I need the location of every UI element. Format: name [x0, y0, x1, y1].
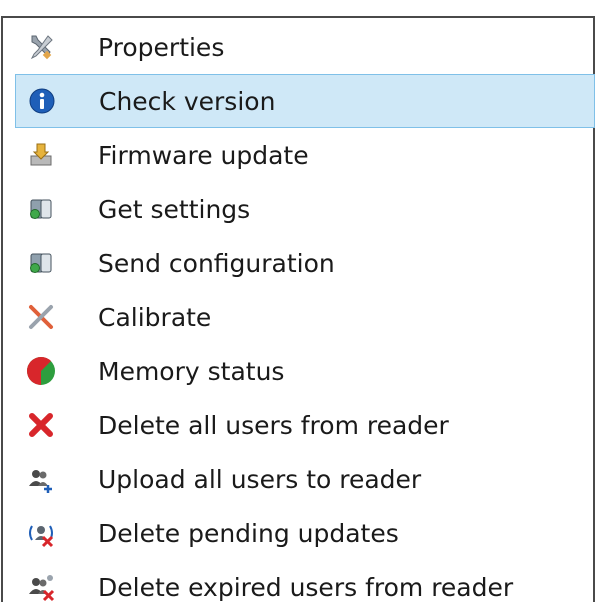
- menu-item-upload-all-users[interactable]: Upload all users to reader: [3, 452, 593, 506]
- info-icon: [26, 85, 58, 117]
- menu-item-label: Get settings: [98, 194, 251, 224]
- context-menu: Properties Check version Firmware update: [1, 16, 595, 602]
- menu-item-label: Properties: [98, 32, 225, 62]
- menu-item-delete-all-users[interactable]: Delete all users from reader: [3, 398, 593, 452]
- firmware-update-icon: [25, 139, 57, 171]
- menu-item-label: Delete all users from reader: [98, 410, 449, 440]
- menu-item-calibrate[interactable]: Calibrate: [3, 290, 593, 344]
- menu-item-label: Delete expired users from reader: [98, 572, 514, 602]
- calibrate-icon: [25, 301, 57, 333]
- wrench-screwdriver-icon: [25, 31, 57, 63]
- menu-item-label: Firmware update: [98, 140, 309, 170]
- get-settings-icon: [25, 193, 57, 225]
- menu-item-label: Delete pending updates: [98, 518, 399, 548]
- delete-x-icon: [25, 409, 57, 441]
- menu-item-properties[interactable]: Properties: [3, 20, 593, 74]
- menu-item-send-configuration[interactable]: Send configuration: [3, 236, 593, 290]
- menu-item-memory-status[interactable]: Memory status: [3, 344, 593, 398]
- menu-item-label: Upload all users to reader: [98, 464, 422, 494]
- menu-item-get-settings[interactable]: Get settings: [3, 182, 593, 236]
- menu-item-label: Calibrate: [98, 302, 212, 332]
- menu-item-label: Send configuration: [98, 248, 335, 278]
- delete-pending-icon: [25, 517, 57, 549]
- memory-status-icon: [25, 355, 57, 387]
- upload-users-icon: [25, 463, 57, 495]
- menu-item-firmware-update[interactable]: Firmware update: [3, 128, 593, 182]
- menu-item-delete-expired-users[interactable]: Delete expired users from reader: [3, 560, 593, 614]
- menu-item-delete-pending-updates[interactable]: Delete pending updates: [3, 506, 593, 560]
- delete-expired-users-icon: [25, 571, 57, 603]
- menu-item-label: Memory status: [98, 356, 285, 386]
- menu-item-check-version[interactable]: Check version: [15, 74, 595, 128]
- menu-item-label: Check version: [99, 86, 276, 116]
- send-configuration-icon: [25, 247, 57, 279]
